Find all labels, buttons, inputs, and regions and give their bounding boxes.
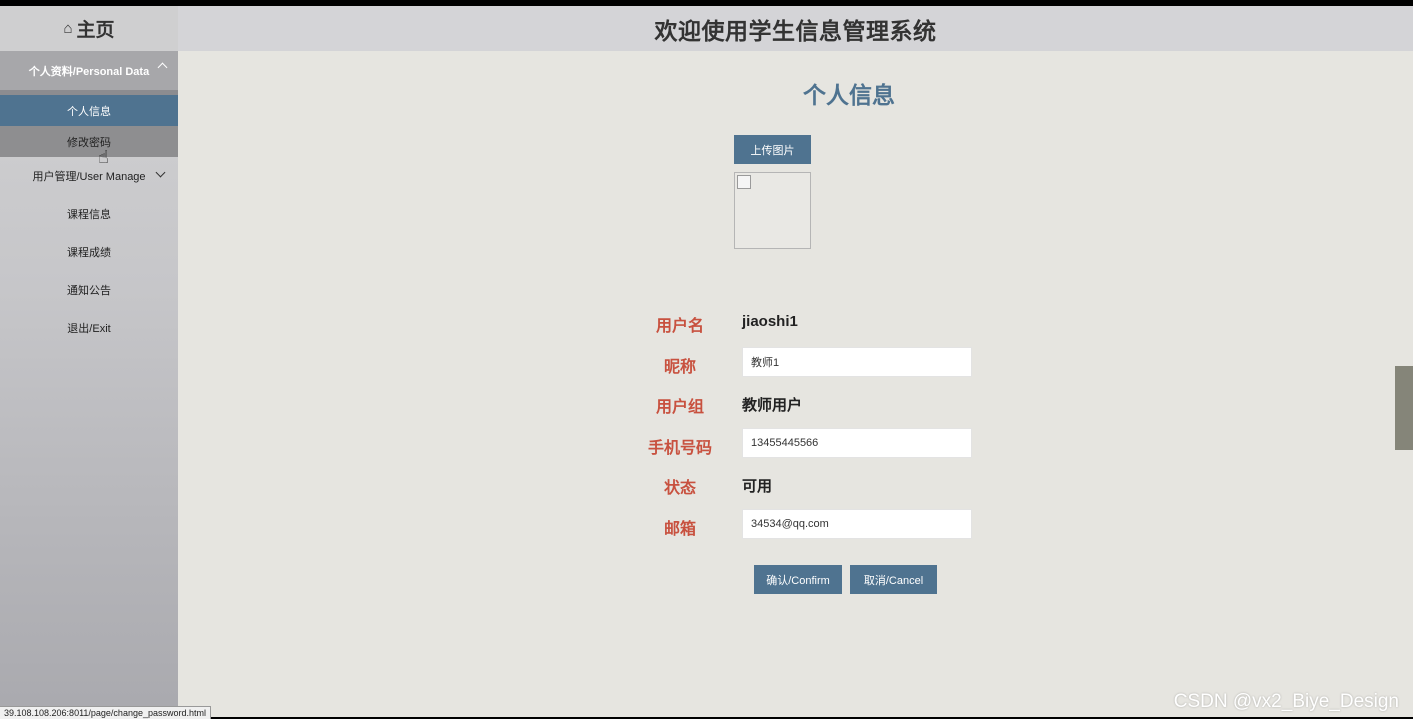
sidebar-item-label: 用户管理/User Manage [32,171,146,183]
username-label: 用户名 [655,318,704,335]
sidebar-item-label: 通知公告 [67,285,111,297]
phone-label: 手机号码 [647,440,712,457]
sidebar-item-label: 个人信息 [67,105,111,118]
cancel-button[interactable]: 取消/Cancel [850,565,937,594]
sidebar: ⌂ 主页 个人资料/Personal Data 个人信息 修改密码 用户管理/U… [0,6,178,717]
scrollbar-thumb[interactable] [1395,366,1413,450]
main-content: 个人信息 上传图片 用户名 jiaoshi1 昵称 用户组 教师用户 手机号码 … [178,51,1413,717]
sidebar-item-label: 课程成绩 [67,247,111,259]
menu-group-label: 个人资料/Personal Data [28,65,150,78]
sidebar-item-personal-info[interactable]: 个人信息 [0,95,178,126]
email-field[interactable] [742,509,972,539]
hand-cursor-icon: ☝ [98,147,109,167]
status-bar-url: 39.108.108.206:8011/page/change_password… [0,706,211,719]
nickname-field[interactable] [742,347,972,377]
broken-image-icon [737,175,751,189]
email-label: 邮箱 [663,521,696,538]
page-title: 个人信息 [803,82,895,108]
home-link[interactable]: ⌂ 主页 [0,6,178,51]
app-frame: ⌂ 主页 个人资料/Personal Data 个人信息 修改密码 用户管理/U… [0,6,1413,717]
sidebar-item-label: 课程信息 [67,209,111,221]
upload-image-button[interactable]: 上传图片 [734,135,811,164]
home-icon: ⌂ [63,20,73,37]
confirm-button[interactable]: 确认/Confirm [754,565,842,594]
group-label: 用户组 [655,399,704,416]
status-value: 可用 [742,478,773,495]
sidebar-item-user-manage[interactable]: 用户管理/User Manage [0,157,178,195]
sidebar-item-exit[interactable]: 退出/Exit [0,309,178,347]
status-label: 状态 [663,480,696,497]
nickname-label: 昵称 [663,359,696,376]
watermark: CSDN @vx2_Biye_Design [1173,691,1399,712]
sidebar-item-notices[interactable]: 通知公告 [0,271,178,309]
sidebar-item-course-info[interactable]: 课程信息 [0,195,178,233]
avatar-image [734,172,811,249]
chevron-up-icon [157,62,168,73]
chevron-down-icon [155,167,166,178]
sidebar-item-course-grades[interactable]: 课程成绩 [0,233,178,271]
home-label: 主页 [76,20,115,41]
menu-group-personal-data[interactable]: 个人资料/Personal Data [0,51,178,90]
username-value: jiaoshi1 [742,313,798,330]
sidebar-item-change-password[interactable]: 修改密码 [0,126,178,157]
phone-field[interactable] [742,428,972,458]
system-title: 欢迎使用学生信息管理系统 [654,17,937,44]
sidebar-item-label: 退出/Exit [67,323,111,335]
page-header: 欢迎使用学生信息管理系统 [178,6,1413,51]
group-value: 教师用户 [742,397,803,414]
